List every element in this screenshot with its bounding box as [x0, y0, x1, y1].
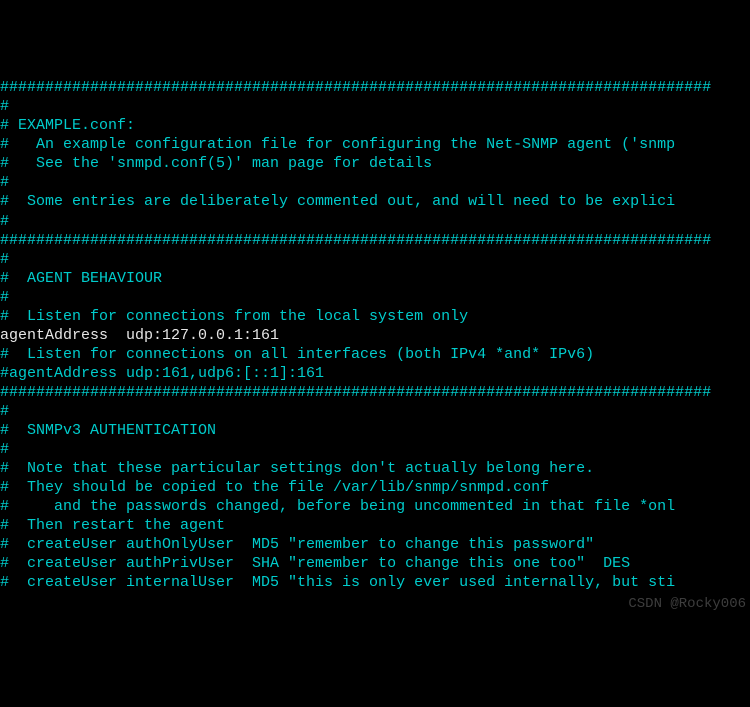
config-line: # Some entries are deliberately commente… — [0, 192, 750, 211]
config-line: # — [0, 250, 750, 269]
config-line: ########################################… — [0, 231, 750, 250]
config-line: # — [0, 97, 750, 116]
config-line: # SNMPv3 AUTHENTICATION — [0, 421, 750, 440]
config-line: # — [0, 402, 750, 421]
config-line: # AGENT BEHAVIOUR — [0, 269, 750, 288]
config-line: # They should be copied to the file /var… — [0, 478, 750, 497]
config-line: #agentAddress udp:161,udp6:[::1]:161 — [0, 364, 750, 383]
config-line: # createUser internalUser MD5 "this is o… — [0, 573, 750, 592]
config-line: ########################################… — [0, 383, 750, 402]
config-line: ########################################… — [0, 78, 750, 97]
config-line: # — [0, 288, 750, 307]
config-line: # and the passwords changed, before bein… — [0, 497, 750, 516]
terminal-editor: ########################################… — [0, 78, 750, 592]
config-line: # — [0, 440, 750, 459]
config-line: # An example configuration file for conf… — [0, 135, 750, 154]
config-line: # EXAMPLE.conf: — [0, 116, 750, 135]
config-line: # Listen for connections from the local … — [0, 307, 750, 326]
config-line: # Listen for connections on all interfac… — [0, 345, 750, 364]
config-line: # Then restart the agent — [0, 516, 750, 535]
config-line: # See the 'snmpd.conf(5)' man page for d… — [0, 154, 750, 173]
config-line: # createUser authOnlyUser MD5 "remember … — [0, 535, 750, 554]
watermark: CSDN @Rocky006 — [628, 596, 746, 614]
config-line: # Note that these particular settings do… — [0, 459, 750, 478]
config-line: # — [0, 212, 750, 231]
config-line: agentAddress udp:127.0.0.1:161 — [0, 326, 750, 345]
config-line: # createUser authPrivUser SHA "remember … — [0, 554, 750, 573]
config-line: # — [0, 173, 750, 192]
